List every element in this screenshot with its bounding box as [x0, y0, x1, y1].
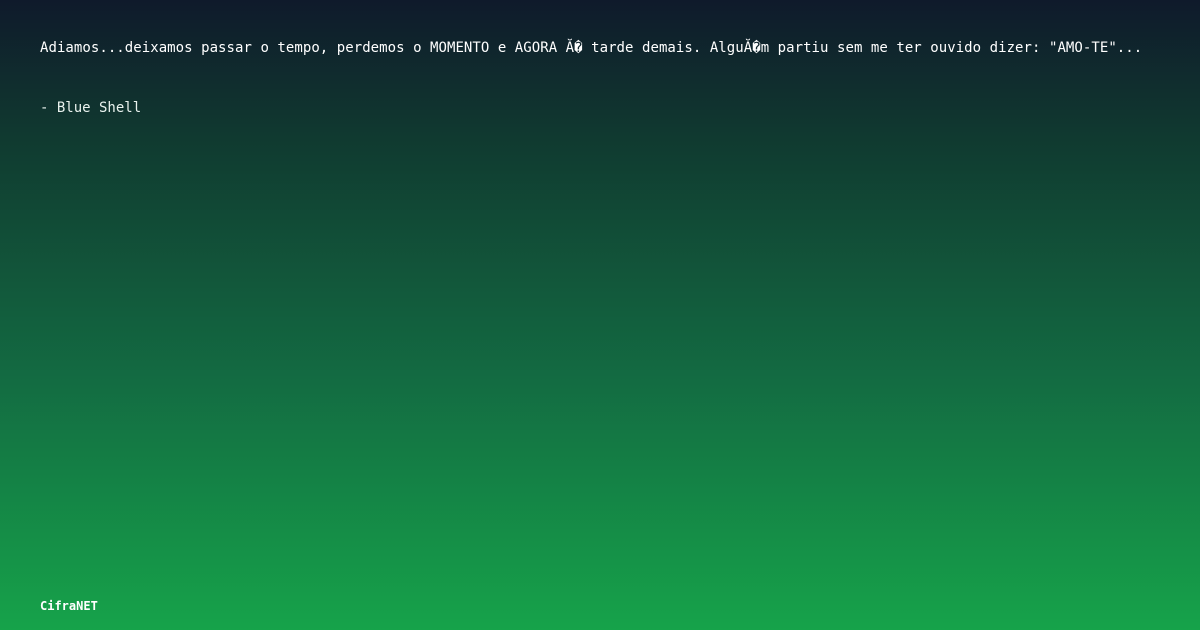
quote-text: Adiamos...deixamos passar o tempo, perde… [40, 40, 1143, 56]
quote-author: - Blue Shell [40, 100, 142, 116]
brand-name: CifraNET [40, 599, 98, 613]
